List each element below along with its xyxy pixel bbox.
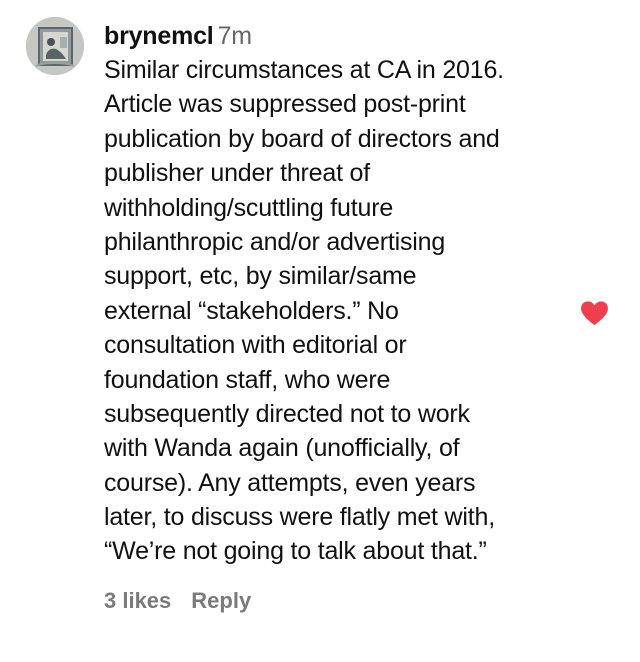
comment-text-line: external “stakeholders.” No xyxy=(104,296,399,325)
comment-header: brynemcl 7m xyxy=(104,19,570,53)
comment-text-line: subsequently directed not to work xyxy=(104,399,470,428)
timestamp: 7m xyxy=(217,22,253,50)
avatar-image xyxy=(26,17,84,75)
comment-content: brynemcl 7m Similar circumstances at CA i… xyxy=(104,19,570,569)
avatar[interactable] xyxy=(26,17,84,75)
comment-text-line: course). Any attempts, even years xyxy=(104,468,476,497)
comment: brynemcl 7m Similar circumstances at CA i… xyxy=(0,0,640,662)
reply-button[interactable]: Reply xyxy=(191,588,251,613)
username[interactable]: brynemcl xyxy=(104,22,214,50)
comment-text-line: withholding/scuttling future xyxy=(104,193,394,222)
like-button[interactable] xyxy=(579,297,610,328)
comment-text-line: support, etc, by similar/same xyxy=(104,262,417,291)
comment-actions: 3 likes Reply xyxy=(104,586,251,616)
comment-text-line: with Wanda again (unofficially, of xyxy=(104,434,460,463)
comment-text-line: later, to discuss were flatly met with, xyxy=(104,503,495,532)
likes-count[interactable]: 3 likes xyxy=(104,588,171,613)
comment-text-line: “We’re not going to talk about that.” xyxy=(104,537,487,566)
comment-text: Similar circumstances at CA in 2016. Art… xyxy=(104,53,570,569)
comment-text-line: Similar circumstances at CA in 2016. xyxy=(104,56,504,84)
heart-icon xyxy=(581,301,608,326)
comment-text-line: philanthropic and/or advertising xyxy=(104,227,446,256)
comment-text-line: consultation with editorial or xyxy=(104,331,407,360)
comment-text-line: publisher under threat of xyxy=(104,159,371,188)
comment-text-line: publication by board of directors and xyxy=(104,124,500,153)
comment-text-line: Article was suppressed post-print xyxy=(104,90,466,119)
comment-text-line: foundation staff, who were xyxy=(104,365,391,394)
